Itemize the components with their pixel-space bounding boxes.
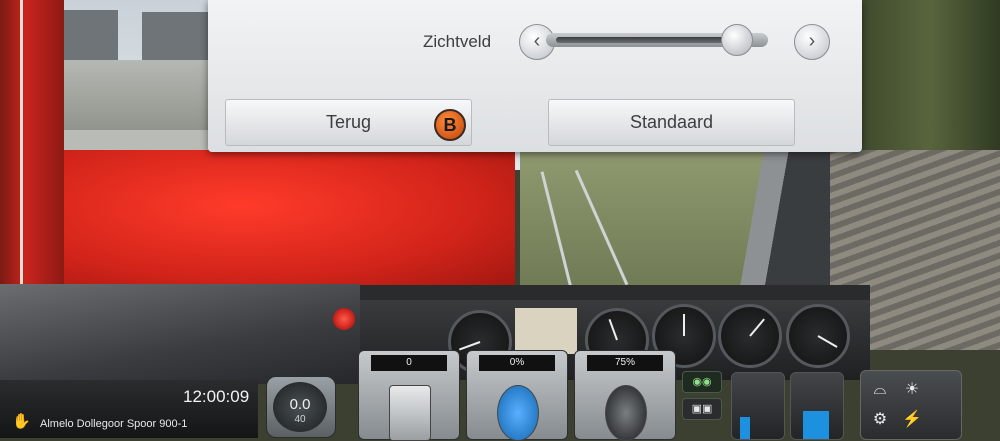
speedometer-dial: 0.0 40 [273, 382, 327, 432]
fov-slider-thumb[interactable] [720, 24, 753, 56]
gauge-needle [608, 318, 618, 341]
cab-pillar [0, 0, 64, 290]
coupler-icon[interactable]: ⚙ [865, 405, 895, 435]
default-button[interactable]: Standaard [548, 99, 795, 146]
chevron-right-icon: › [808, 30, 816, 52]
train-brake-lever[interactable] [605, 385, 647, 441]
b-key-badge-icon: B [434, 109, 466, 141]
warning-lights-panel [515, 308, 577, 354]
gauge-needle [683, 314, 685, 336]
speed-limit: 40 [294, 414, 306, 425]
game-clock: 12:00:09 [183, 387, 250, 406]
hand-icon[interactable]: ✋ [12, 412, 31, 430]
wiper-icon[interactable]: ⌓ [865, 375, 895, 405]
fov-label: Zichtveld [423, 32, 492, 51]
camera-icon[interactable]: ◉◉ [682, 371, 722, 393]
window-frame [690, 150, 830, 290]
locomotive-hood [60, 150, 515, 290]
cab-pillar-edge [20, 0, 23, 290]
gauge-needle [749, 318, 765, 337]
brake-value: 0% [479, 355, 555, 371]
gauge-needle [817, 335, 838, 348]
brake-lever[interactable] [497, 385, 539, 441]
sand-indicator [803, 411, 829, 439]
view-settings-dialog: Zichtveld ‹ › Terug B Standaard [208, 0, 862, 152]
train-icon[interactable]: ▣▣ [682, 398, 722, 420]
throttle-value: 0 [371, 355, 447, 371]
speedometer: 0.0 40 [266, 376, 336, 438]
light-bulb-icon[interactable]: ☀ [897, 375, 927, 405]
sand-panel[interactable] [790, 372, 844, 440]
route-name: Almelo Dollegoor Spoor 900-1 [40, 418, 188, 430]
chevron-left-icon: ‹ [533, 30, 541, 52]
train-brake-value: 75% [587, 355, 663, 371]
reverser-panel[interactable] [731, 372, 785, 440]
speed-value: 0.0 [289, 396, 311, 413]
fov-increase-button[interactable]: › [794, 24, 830, 60]
back-button[interactable]: Terug B [225, 99, 472, 146]
emergency-button[interactable] [333, 308, 355, 330]
dashboard-front [0, 284, 360, 384]
train-brake-control[interactable]: 75% [574, 350, 676, 441]
fov-slider-fill [556, 37, 736, 43]
throttle-control[interactable]: 0 [358, 350, 460, 441]
brake-cylinder-gauge [786, 304, 850, 368]
brake-pressure-gauge [718, 304, 782, 368]
station-shed [62, 60, 212, 138]
default-button-label: Standaard [629, 112, 714, 132]
throttle-lever[interactable] [389, 385, 431, 441]
cab-controls-panel: ⌓ ☀ ⚙ ⚡ [860, 370, 962, 440]
pantograph-icon[interactable]: ⚡ [897, 405, 927, 435]
back-button-label: Terug [325, 112, 372, 132]
reverser-indicator [740, 417, 750, 439]
brake-control[interactable]: 0% [466, 350, 568, 441]
